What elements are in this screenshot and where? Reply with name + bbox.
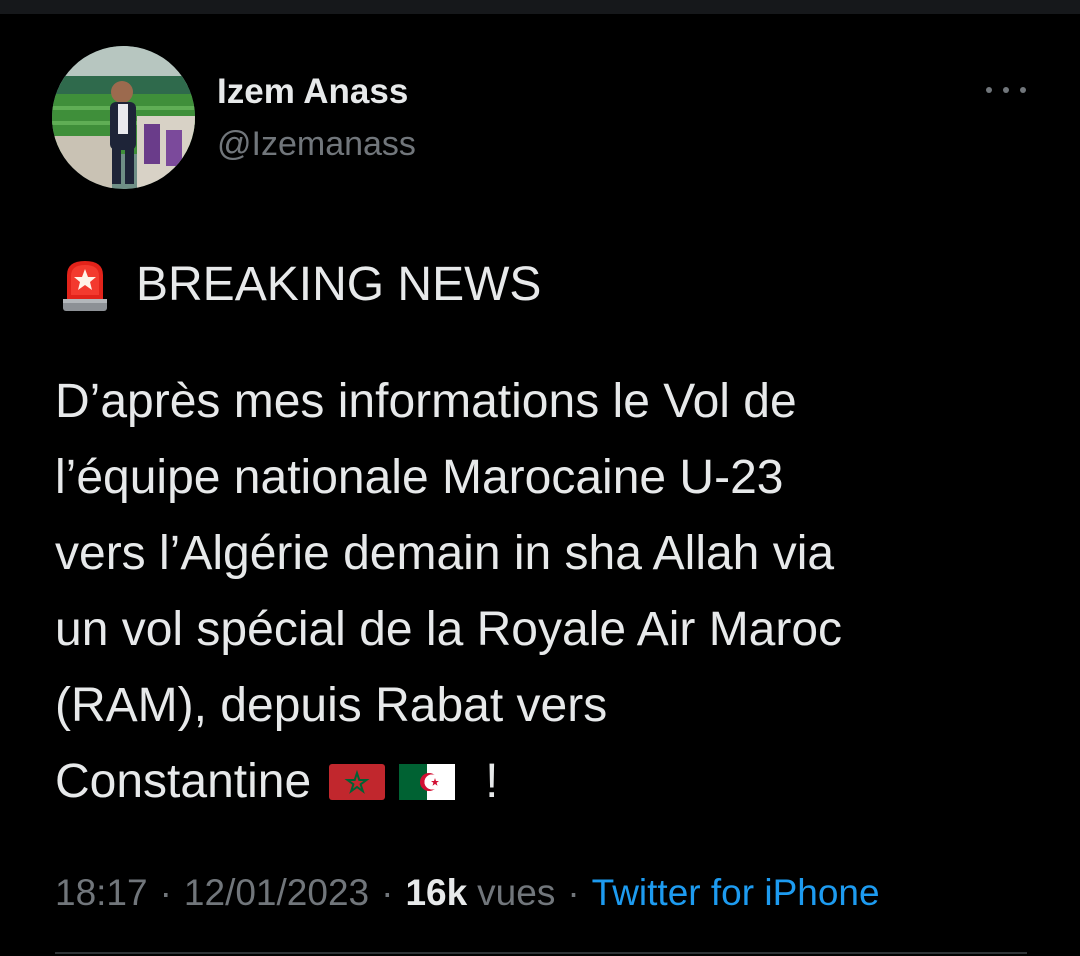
tweet-last-line: Constantine ! [55,744,1045,820]
tweet-closing: ! [485,755,499,808]
views-label[interactable]: vues [477,870,555,916]
tweet-headline: BREAKING NEWS [60,254,541,316]
headline-text: BREAKING NEWS [136,258,542,311]
tweet-body: D’après mes informations le Vol de l’équ… [55,364,1045,820]
tweet-line: vers l’Algérie demain in sha Allah via [55,527,835,580]
tweet-line: un vol spécial de la Royale Air Maroc [55,603,843,656]
tweet-line: (RAM), depuis Rabat vers [55,679,608,732]
tweet-source-link[interactable]: Twitter for iPhone [592,870,880,916]
meta-separator: · [159,872,172,913]
tweet-card: Izem Anass @Izemanass BREAKING NEWS D’ap… [0,14,1080,956]
more-options-dot [1020,87,1026,93]
divider [55,952,1027,954]
views-count[interactable]: 16k [405,870,467,916]
meta-separator: · [381,872,394,913]
author-handle[interactable]: @Izemanass [217,124,416,164]
more-options-dot [1003,87,1009,93]
tweet-line: l’équipe nationale Marocaine U-23 [55,451,784,504]
tweet-time[interactable]: 18:17 [55,870,148,916]
tweet-date[interactable]: 12/01/2023 [184,870,369,916]
tweet-meta: 18:17 · 12/01/2023 · 16k vues · Twitter … [55,870,880,916]
tweet-line: D’après mes informations le Vol de [55,375,797,428]
top-strip [0,0,1080,14]
more-options-button[interactable] [984,78,1028,102]
morocco-flag-icon [329,764,386,800]
police-siren-icon [63,261,107,311]
avatar[interactable] [52,46,195,189]
meta-separator: · [567,872,580,913]
more-options-icon [986,87,992,93]
author-name[interactable]: Izem Anass [217,72,408,112]
algeria-flag-icon [399,764,456,800]
tweet-line: Constantine [55,755,312,808]
